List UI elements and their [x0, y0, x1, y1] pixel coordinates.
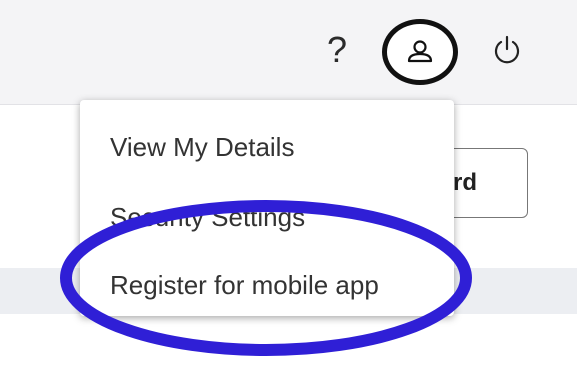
- menu-item-view-my-details[interactable]: View My Details: [110, 132, 294, 163]
- menu-item-register-mobile-app[interactable]: Register for mobile app: [110, 270, 379, 301]
- top-header-bar: ?: [0, 0, 577, 105]
- account-dropdown-menu: View My Details Security Settings Regist…: [80, 100, 454, 316]
- help-icon[interactable]: ?: [322, 28, 352, 72]
- account-menu-button[interactable]: [382, 19, 458, 85]
- menu-item-security-settings[interactable]: Security Settings: [110, 202, 305, 233]
- user-icon: [407, 40, 433, 63]
- power-icon[interactable]: [491, 34, 523, 66]
